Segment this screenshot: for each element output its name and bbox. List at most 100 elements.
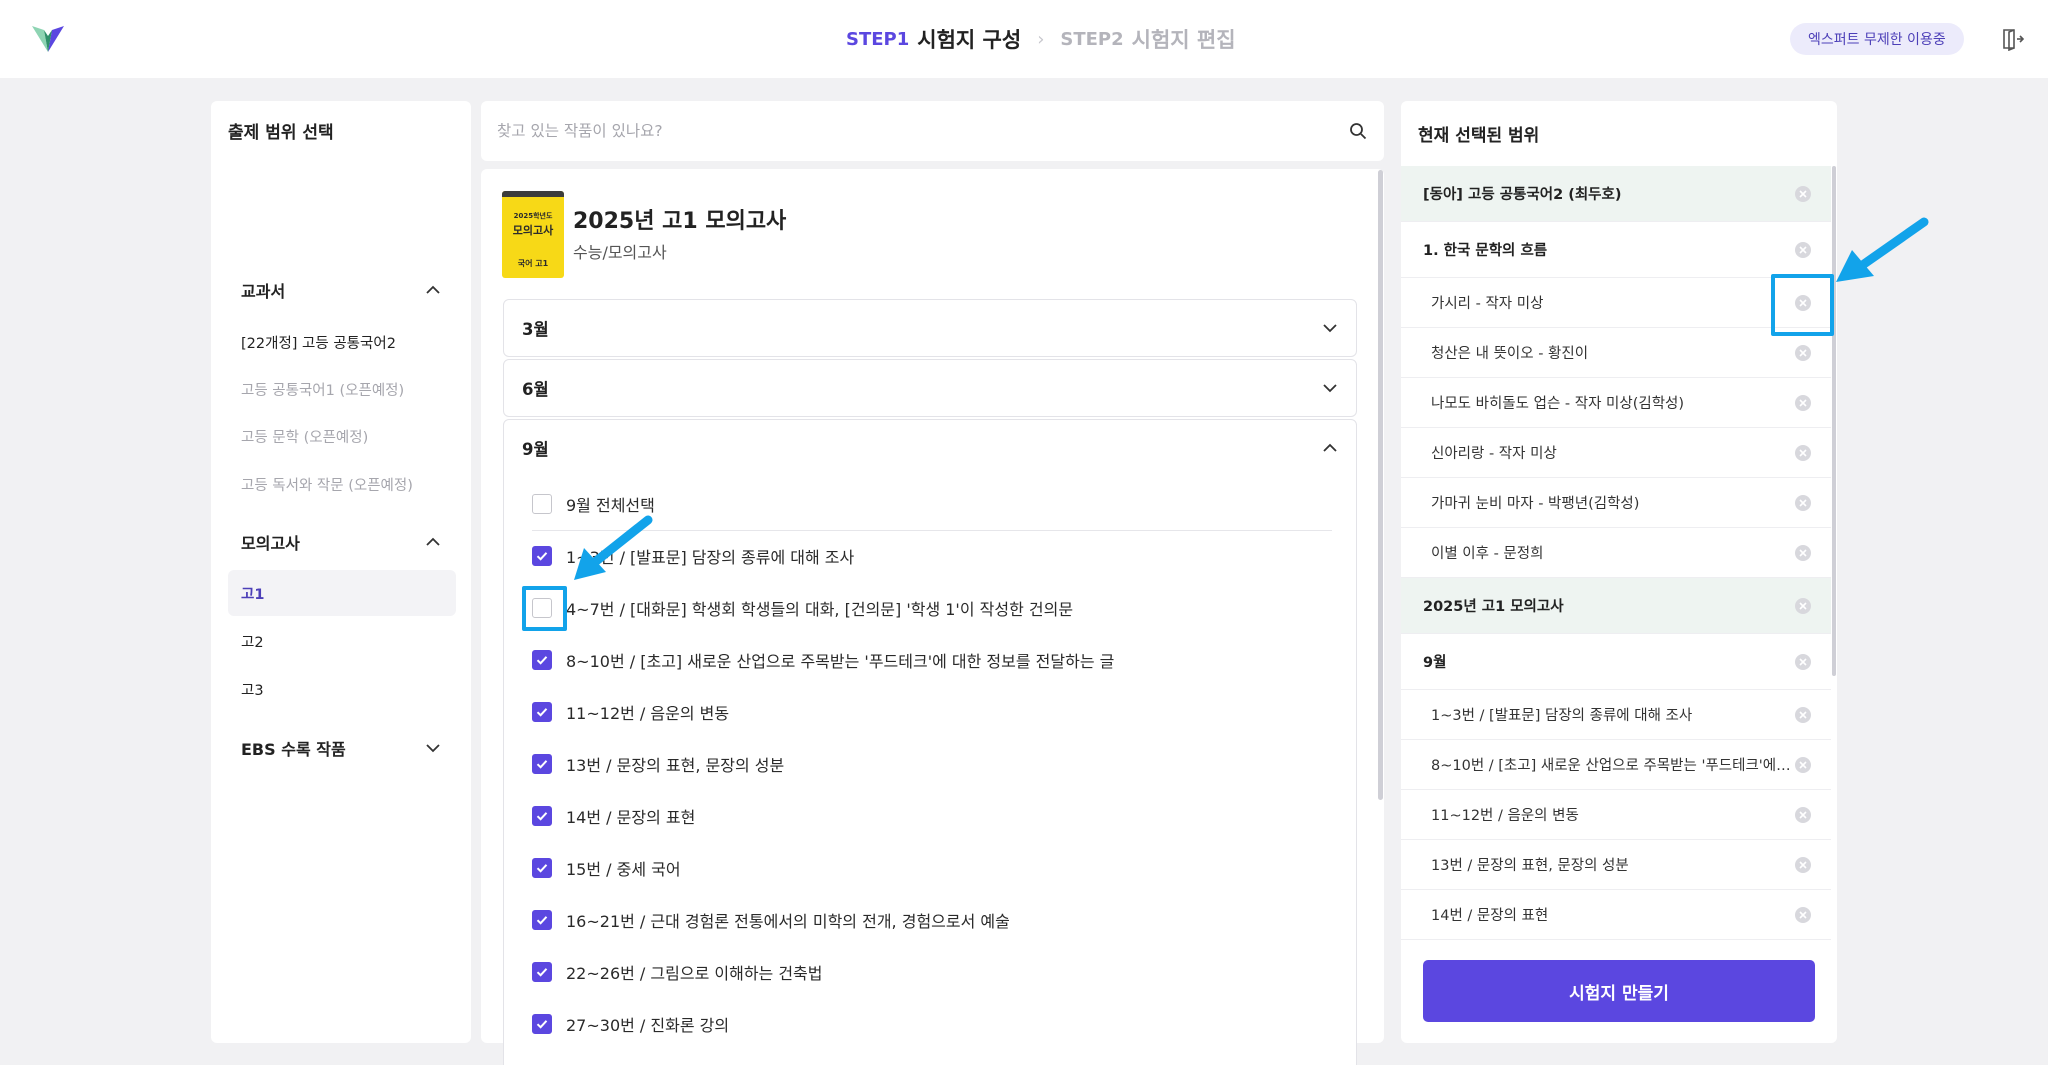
selected-group-row: 2025년 고1 모의고사 <box>1401 578 1831 634</box>
cover-title: 모의고사 <box>512 224 554 237</box>
remove-icon[interactable] <box>1795 906 1811 923</box>
selected-item-label: 가시리 - 작자 미상 <box>1431 296 1544 312</box>
search-input[interactable] <box>497 101 1317 161</box>
selected-entry-row: 신아리랑 - 작자 미상 <box>1401 428 1831 478</box>
remove-icon[interactable] <box>1795 494 1811 511</box>
textbook-section-toggle[interactable]: 교과서 <box>211 272 471 308</box>
mock-item-grade2[interactable]: 고2 <box>228 618 456 664</box>
book-title: 2025년 고1 모의고사 <box>573 209 787 234</box>
step1[interactable]: STEP1 시험지 구성 <box>846 24 1021 54</box>
item-label: 16~21번 / 근대 경험론 전통에서의 미학의 전개, 경험으로서 예술 <box>566 912 1010 931</box>
remove-icon[interactable] <box>1795 756 1811 773</box>
remove-icon[interactable] <box>1795 706 1811 723</box>
arrow-icon <box>1836 217 1929 282</box>
step2[interactable]: STEP2 시험지 편집 <box>1060 24 1235 54</box>
month-accordion-march[interactable]: 3월 <box>503 299 1357 357</box>
month-label: 6월 <box>522 380 549 399</box>
logout-icon[interactable] <box>1998 25 2026 53</box>
selected-item-label: [동아] 고등 공통국어2 (최두호) <box>1423 187 1622 203</box>
selected-item-label: 신아리랑 - 작자 미상 <box>1431 446 1557 462</box>
item-label: 8~10번 / [초고] 새로운 산업으로 주목받는 '푸드테크'에 대한 정보… <box>566 652 1115 671</box>
selected-item-label: 8~10번 / [초고] 새로운 산업으로 주목받는 '푸드테크'에 ... <box>1431 758 1791 774</box>
selected-entry-row: 1~3번 / [발표문] 담장의 종류에 대해 조사 <box>1401 690 1831 740</box>
selected-entry-row: 14번 / 문장의 표현 <box>1401 890 1831 940</box>
chevron-right-icon: › <box>1037 28 1045 50</box>
selected-entry-row: 13번 / 문장의 표현, 문장의 성분 <box>1401 840 1831 890</box>
textbook-item[interactable]: 고등 문학 (오픈예정) <box>228 413 456 459</box>
question-item-row[interactable]: 13번 / 문장의 표현, 문장의 성분 <box>532 744 784 784</box>
selected-entry-row: 11~12번 / 음운의 변동 <box>1401 790 1831 840</box>
question-item-row[interactable]: 16~21번 / 근대 경험론 전통에서의 미학의 전개, 경험으로서 예술 <box>532 900 1010 940</box>
selected-section-row: 9월 <box>1401 634 1831 690</box>
question-item-row[interactable]: 14번 / 문장의 표현 <box>532 796 695 836</box>
question-item-row[interactable]: 11~12번 / 음운의 변동 <box>532 692 729 732</box>
remove-icon[interactable] <box>1795 444 1811 461</box>
remove-icon[interactable] <box>1795 544 1811 561</box>
panel-title: 출제 범위 선택 <box>228 123 334 143</box>
textbook-item[interactable]: [22개정] 고등 공통국어2 <box>228 319 456 365</box>
selected-section-row: 1. 한국 문학의 흐름 <box>1401 222 1831 278</box>
selected-entry-row: 가시리 - 작자 미상 <box>1401 278 1831 328</box>
app-logo[interactable] <box>30 22 66 58</box>
chevron-up-icon <box>426 537 440 546</box>
question-item-row[interactable]: 22~26번 / 그림으로 이해하는 건축법 <box>532 952 823 992</box>
selected-item-label: 11~12번 / 음운의 변동 <box>1431 808 1579 824</box>
remove-icon[interactable] <box>1795 394 1811 411</box>
question-item-row[interactable]: 8~10번 / [초고] 새로운 산업으로 주목받는 '푸드테크'에 대한 정보… <box>532 640 1114 680</box>
selected-entry-row: 청산은 내 뜻이오 - 황진이 <box>1401 328 1831 378</box>
selected-entry-row: 8~10번 / [초고] 새로운 산업으로 주목받는 '푸드테크'에 ... <box>1401 740 1831 790</box>
selected-entry-row: 가마귀 눈비 마자 - 박팽년(김학성) <box>1401 478 1831 528</box>
section-title: 교과서 <box>241 282 286 301</box>
search-icon[interactable] <box>1347 120 1369 142</box>
textbook-item[interactable]: 고등 공통국어1 (오픈예정) <box>228 366 456 412</box>
item-label: 22~26번 / 그림으로 이해하는 건축법 <box>566 964 823 983</box>
selected-group-row: [동아] 고등 공통국어2 (최두호) <box>1401 166 1831 222</box>
item-checkbox[interactable] <box>532 650 552 670</box>
chevron-down-icon <box>426 744 440 753</box>
section-title: 모의고사 <box>241 534 300 553</box>
item-checkbox[interactable] <box>532 806 552 826</box>
month-label: 9월 <box>522 440 549 459</box>
highlight-box <box>522 586 567 631</box>
scope-selection-panel: 출제 범위 선택 교과서 [22개정] 고등 공통국어2 고등 공통국어1 (오… <box>211 101 471 1043</box>
selected-entry-row: 나모도 바히돌도 업슨 - 작자 미상(김학성) <box>1401 378 1831 428</box>
item-checkbox[interactable] <box>532 1014 552 1034</box>
question-item-row[interactable]: 27~30번 / 진화론 강의 <box>532 1004 729 1044</box>
remove-icon[interactable] <box>1795 806 1811 823</box>
item-checkbox[interactable] <box>532 702 552 722</box>
question-item-row[interactable]: 4~7번 / [대화문] 학생회 학생들의 대화, [건의문] '학생 1'이 … <box>532 588 1073 628</box>
chevron-down-icon <box>1323 324 1337 333</box>
question-item-row[interactable]: 15번 / 중세 국어 <box>532 848 681 888</box>
remove-icon[interactable] <box>1795 185 1811 202</box>
arrow-icon <box>574 515 653 580</box>
highlight-box <box>1771 274 1834 336</box>
item-checkbox[interactable] <box>532 962 552 982</box>
mock-item-grade1[interactable]: 고1 <box>228 570 456 616</box>
remove-icon[interactable] <box>1795 241 1811 258</box>
item-label: 27~30번 / 진화론 강의 <box>566 1016 730 1035</box>
item-checkbox[interactable] <box>532 858 552 878</box>
month-accordion-june[interactable]: 6월 <box>503 359 1357 417</box>
remove-icon[interactable] <box>1795 856 1811 873</box>
remove-icon[interactable] <box>1795 597 1811 614</box>
item-checkbox[interactable] <box>532 910 552 930</box>
item-checkbox[interactable] <box>532 754 552 774</box>
step2-number: STEP2 <box>1060 28 1124 50</box>
mock-section-toggle[interactable]: 모의고사 <box>211 524 471 560</box>
cover-year: 2025학년도 <box>513 212 553 220</box>
textbook-item[interactable]: 고등 독서와 작문 (오픈예정) <box>228 461 456 507</box>
search-bar <box>481 101 1384 161</box>
create-test-button[interactable]: 시험지 만들기 <box>1423 960 1815 1022</box>
panel-title: 현재 선택된 범위 <box>1418 126 1540 146</box>
month-header[interactable]: 9월 <box>504 420 1356 476</box>
mock-item-grade3[interactable]: 고3 <box>228 666 456 712</box>
select-all-checkbox[interactable] <box>532 494 552 514</box>
item-checkbox[interactable] <box>532 546 552 566</box>
scrollbar[interactable] <box>1378 170 1383 800</box>
item-label: 15번 / 중세 국어 <box>566 860 681 879</box>
chevron-down-icon <box>1323 384 1337 393</box>
remove-icon[interactable] <box>1795 344 1811 361</box>
ebs-section-toggle[interactable]: EBS 수록 작품 <box>211 730 471 766</box>
remove-icon[interactable] <box>1795 653 1811 670</box>
month-label: 3월 <box>522 320 549 339</box>
